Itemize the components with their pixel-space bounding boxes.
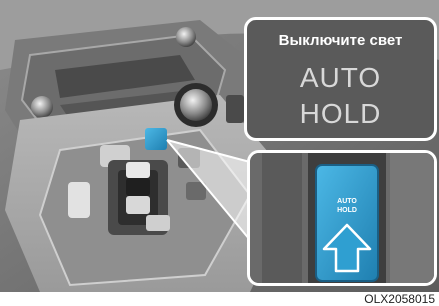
button-label-auto: AUTO (337, 198, 357, 205)
zoomed-button-illustration (250, 153, 434, 283)
cluster-message-display: Выключите свет AUTO HOLD (244, 17, 437, 141)
figure-code: OLX2058015 (364, 292, 435, 306)
message-text: Выключите свет (278, 32, 403, 49)
button-zoom-panel (247, 150, 437, 286)
display-auto-text: AUTO (299, 62, 382, 93)
display-hold-text: HOLD (299, 98, 382, 129)
button-label-hold: HOLD (337, 207, 357, 214)
